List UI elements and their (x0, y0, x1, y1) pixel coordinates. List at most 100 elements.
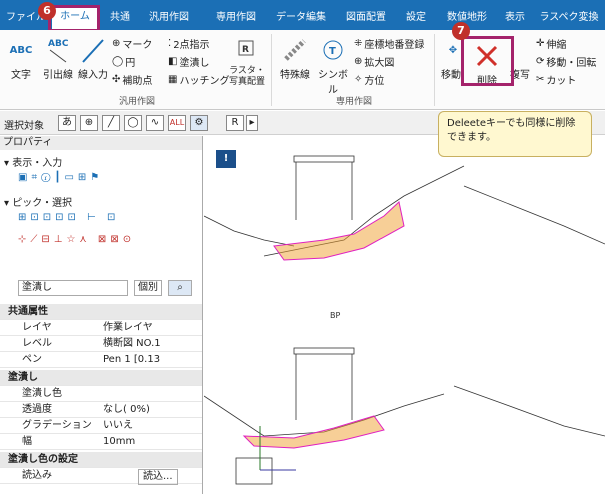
select-circle-icon[interactable]: ◯ (124, 115, 142, 131)
property-value: 作業レイヤ (103, 322, 153, 333)
load-button[interactable]: 読込... (138, 469, 178, 485)
cross-section-drawing: BP (203, 155, 605, 485)
tab-data-edit[interactable]: データ編集 (272, 8, 330, 28)
symbol-button[interactable]: T シンボル (314, 34, 352, 96)
circle-icon: ◯ (112, 56, 124, 67)
rotate-icon: ⟳ (536, 56, 545, 67)
property-key: 透過度 (22, 404, 52, 415)
fill-label: 塗潰し (179, 58, 210, 69)
fill-color-setting-label: 塗潰し色の設定 (8, 454, 78, 465)
info-icon[interactable]: ! (216, 150, 236, 168)
select-line-icon[interactable]: ╱ (102, 115, 120, 131)
enlarge-button[interactable]: ⊕ 拡大図 (354, 54, 394, 69)
north-button[interactable]: ✧ 方位 (354, 72, 384, 87)
ribbon-separator (271, 34, 272, 106)
fill-color-setting-category: 塗潰し色の設定 (0, 452, 202, 468)
property-row[interactable]: 読込み 読込... (0, 468, 202, 485)
pen-line-icon (78, 34, 108, 66)
tab-common[interactable]: 共通 (102, 8, 138, 28)
property-row[interactable]: 塗潰し色 (0, 386, 202, 402)
two-point-button[interactable]: ⁚ 2点指示 (168, 36, 210, 51)
svg-text:T: T (329, 46, 336, 57)
pick-select-label: ピック・選択 (12, 198, 73, 209)
special-line-label: 特殊線 (280, 70, 310, 81)
text-label: 文字 (11, 70, 31, 81)
property-row[interactable]: 幅 10mm (0, 434, 202, 450)
property-key: 幅 (22, 436, 32, 447)
line-input-button[interactable]: 線入力 (78, 34, 108, 81)
step-marker-6: 6 (38, 2, 56, 20)
type-select[interactable]: 塗潰し (18, 280, 128, 296)
mark-button[interactable]: ⊕ マーク (112, 36, 152, 51)
move-rotate-label: 移動・回転 (546, 58, 597, 69)
raster-button[interactable]: R ラスタ・写真配置 (228, 34, 266, 88)
pick-tools-icons-row1[interactable]: ⊞⊡⊡⊡⊡ ⊢ ⊡ (18, 212, 119, 223)
property-value: 10mm (103, 436, 136, 447)
display-tools-icons[interactable]: ▣⌗ⓡ┃▭⊞⚑ (18, 172, 103, 183)
select-mark-icon[interactable]: ⊕ (80, 115, 98, 131)
property-row[interactable]: 透過度 なし( 0%) (0, 402, 202, 418)
property-row[interactable]: レベル 横断図 NO.1 (0, 336, 202, 352)
stretch-button[interactable]: ✛ 伸縮 (536, 36, 566, 51)
raster-label: ラスタ・写真配置 (228, 66, 265, 87)
leader-icon: ABC (43, 34, 73, 66)
svg-text:ABC: ABC (48, 39, 69, 49)
special-line-button[interactable]: 特殊線 (276, 34, 314, 81)
symbol-label: シンボル (318, 70, 348, 96)
property-value: 横断図 NO.1 (103, 338, 161, 349)
tab-settings[interactable]: 設定 (398, 8, 434, 28)
compass-icon: ✧ (354, 74, 363, 85)
two-point-icon: ⁚ (168, 38, 172, 49)
property-key: レベル (22, 338, 52, 349)
select-settings-icon[interactable]: ⚙ (190, 115, 208, 131)
tab-view[interactable]: 表示 (498, 8, 532, 28)
pick-tools-icons-row2[interactable]: ⊹⟋⊟⊥☆⋏ ⊠⊠⊙ (18, 234, 135, 245)
hatching-button[interactable]: ▦ ハッチング (168, 72, 229, 87)
raster-select-icon[interactable]: R (226, 115, 244, 131)
mark-label: マーク (122, 40, 153, 51)
tab-layout[interactable]: 図面配置 (336, 8, 396, 28)
aux-point-label: 補助点 (122, 76, 153, 87)
hatching-icon: ▦ (168, 74, 178, 85)
delete-highlight (461, 36, 514, 86)
fill-category-label: 塗潰し (8, 372, 38, 383)
select-text-icon[interactable]: あ (58, 115, 76, 131)
cut-button[interactable]: ✂ カット (536, 72, 576, 87)
search-icon[interactable]: ⌕ (168, 280, 192, 296)
tab-raster-convert[interactable]: ラスペク変換 (536, 8, 602, 28)
select-all-icon[interactable]: ALL (168, 115, 186, 131)
circle-button[interactable]: ◯ 円 (112, 54, 135, 69)
magnify-icon: ⊕ (354, 56, 363, 67)
leader-line-button[interactable]: ABC 引出線 (40, 34, 76, 81)
coord-icon: ⁜ (354, 38, 363, 49)
fill-button[interactable]: ◧ 塗潰し (168, 54, 209, 69)
common-attr-label: 共通属性 (8, 306, 48, 317)
enlarge-label: 拡大図 (364, 58, 395, 69)
property-row[interactable]: グラデーション いいえ (0, 418, 202, 434)
aux-point-icon: ✣ (112, 74, 121, 85)
aux-point-button[interactable]: ✣ 補助点 (112, 72, 152, 87)
drawing-canvas[interactable]: BP ! (203, 136, 605, 494)
properties-title: プロパティ (0, 136, 202, 150)
coord-number-button[interactable]: ⁜ 座標地番登録 (354, 36, 424, 51)
display-input-section[interactable]: ▾ 表示・入力 (4, 154, 62, 169)
pick-select-section[interactable]: ▾ ピック・選択 (4, 194, 72, 209)
chevron-right-icon[interactable]: ▸ (246, 115, 258, 131)
move-rotate-button[interactable]: ⟳ 移動・回転 (536, 54, 596, 69)
bp-label: BP (330, 311, 340, 320)
property-key: レイヤ (22, 322, 52, 333)
step-marker-7: 7 (452, 22, 470, 40)
raster-icon: R (232, 34, 262, 66)
fill-icon: ◧ (168, 56, 178, 67)
property-value: いいえ (103, 420, 133, 431)
select-curve-icon[interactable]: ∿ (146, 115, 164, 131)
individual-button[interactable]: 個別 (134, 280, 162, 296)
text-button[interactable]: ABC 文字 (6, 34, 36, 82)
tab-special-drawing[interactable]: 専用作図 (206, 8, 266, 28)
property-row[interactable]: ペン Pen 1 [0.13 (0, 352, 202, 368)
group-special-label: 専用作図 (335, 97, 372, 107)
north-label: 方位 (364, 76, 385, 87)
property-row[interactable]: レイヤ 作業レイヤ (0, 320, 202, 336)
hatching-label: ハッチング (179, 76, 230, 87)
tab-general-drawing[interactable]: 汎用作図 (140, 8, 198, 28)
